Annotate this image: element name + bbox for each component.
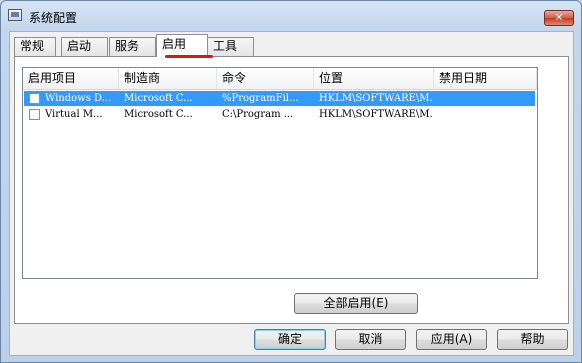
column-header-command[interactable]: 命令: [217, 68, 314, 89]
row-checkbox[interactable]: [29, 93, 40, 104]
tab-label: 启用: [162, 37, 187, 51]
tab-label: 启动: [67, 39, 92, 53]
window-title: 系统配置: [29, 11, 78, 25]
cancel-button[interactable]: 取消: [335, 329, 406, 350]
ok-button[interactable]: 确定: [254, 329, 326, 350]
active-tab-underline-annotation: [165, 55, 213, 58]
tab-label: 工具: [213, 39, 238, 53]
apply-button[interactable]: 应用(A): [416, 329, 487, 350]
cell-manufacturer: Microsoft C...: [124, 93, 193, 104]
tab-tools[interactable]: 工具: [207, 37, 254, 56]
close-button[interactable]: ✕: [544, 10, 574, 26]
tab-services[interactable]: 服务: [109, 37, 156, 56]
list-header: 启用项目 制造商 命令 位置 禁用日期: [23, 68, 537, 90]
cell-location: HKLM\SOFTWARE\M...: [319, 93, 433, 104]
column-header-disable-date[interactable]: 禁用日期: [434, 68, 537, 89]
system-config-window: 系统配置 ✕ 常规 启动 服务 启用 工具 启用项目 制造商 命令 位置 禁用日…: [0, 0, 582, 363]
tab-label: 服务: [115, 39, 140, 53]
title-bar[interactable]: 系统配置 ✕: [1, 1, 581, 31]
table-row[interactable]: Virtual M... Microsoft C... C:\Program .…: [24, 107, 535, 122]
column-header-startup-item[interactable]: 启用项目: [23, 68, 119, 89]
dialog-body: 常规 启动 服务 启用 工具 启用项目 制造商 命令 位置 禁用日期 Windo…: [9, 31, 574, 356]
column-header-manufacturer[interactable]: 制造商: [119, 68, 217, 89]
cell-location: HKLM\SOFTWARE\M...: [319, 109, 433, 120]
cell-startup-item: Virtual M...: [45, 109, 103, 120]
tab-startup[interactable]: 启动: [61, 37, 108, 56]
cell-startup-item: Windows D...: [45, 93, 112, 104]
tab-label: 常规: [20, 39, 45, 53]
app-window-icon: [8, 9, 22, 21]
close-icon: ✕: [554, 11, 564, 24]
tab-enable[interactable]: 启用: [156, 34, 208, 57]
cell-manufacturer: Microsoft C...: [124, 109, 193, 120]
startup-items-list[interactable]: 启用项目 制造商 命令 位置 禁用日期 Windows D... Microso…: [22, 67, 538, 279]
column-header-location[interactable]: 位置: [314, 68, 434, 89]
row-checkbox[interactable]: [29, 109, 40, 120]
enable-all-button[interactable]: 全部启用(E): [294, 293, 418, 314]
cell-disable-date: [439, 107, 534, 122]
cell-command: %ProgramFil...: [222, 93, 299, 104]
help-button[interactable]: 帮助: [497, 329, 568, 350]
tab-general[interactable]: 常规: [14, 37, 56, 56]
cell-command: C:\Program ...: [222, 109, 294, 120]
table-row[interactable]: Windows D... Microsoft C... %ProgramFil.…: [24, 91, 535, 106]
cell-disable-date: [439, 91, 534, 106]
